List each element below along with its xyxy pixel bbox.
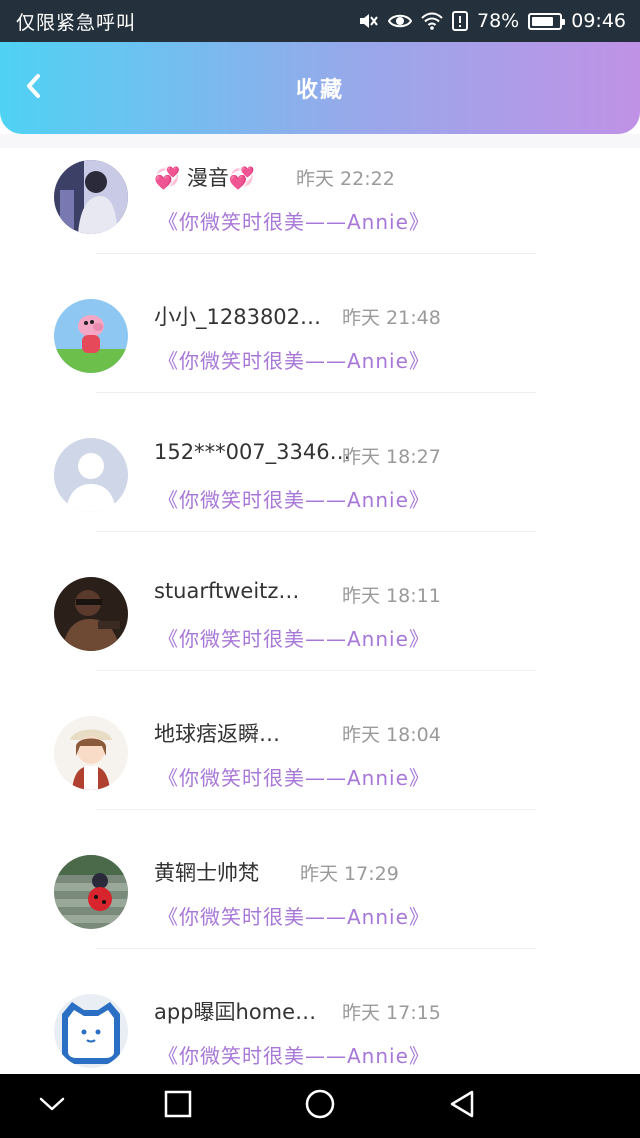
item-time: 昨天 18:11 — [342, 585, 441, 607]
chevron-down-icon — [39, 1096, 65, 1116]
back-button[interactable] — [16, 70, 50, 106]
list-item[interactable]: 152***007_3346… 昨天 18:27 《你微笑时很美——Annie》 — [0, 412, 640, 550]
square-icon — [164, 1090, 192, 1122]
status-icons: 78% 09:46 — [357, 10, 626, 32]
nav-hide-button[interactable] — [32, 1086, 72, 1126]
navigation-bar — [0, 1074, 640, 1138]
list-item[interactable]: stuarftweitz… 昨天 18:11 《你微笑时很美——Annie》 — [0, 551, 640, 689]
alert-icon — [452, 11, 468, 31]
divider — [96, 670, 536, 671]
avatar[interactable] — [54, 577, 128, 651]
avatar[interactable] — [54, 299, 128, 373]
status-time: 09:46 — [571, 10, 626, 32]
mute-icon — [357, 11, 379, 31]
list-item[interactable]: 💞 漫音💞 昨天 22:22 《你微笑时很美——Annie》 — [0, 134, 640, 272]
divider — [96, 809, 536, 810]
avatar[interactable] — [54, 716, 128, 790]
item-time: 昨天 18:04 — [342, 724, 441, 746]
page-title: 收藏 — [295, 78, 344, 103]
list-item[interactable]: 小小_1283802… 昨天 21:48 《你微笑时很美——Annie》 — [0, 273, 640, 411]
avatar[interactable] — [54, 855, 128, 929]
item-quote: 《你微笑时很美——Annie》 — [158, 488, 430, 512]
divider — [96, 948, 536, 949]
list-item[interactable]: 地球痞返瞬… 昨天 18:04 《你微笑时很美——Annie》 — [0, 690, 640, 828]
header: 收藏 — [0, 42, 640, 134]
battery-level — [532, 16, 553, 26]
avatar[interactable] — [54, 160, 128, 234]
triangle-back-icon — [448, 1089, 476, 1123]
list-item[interactable]: app曝囸home… 昨天 17:15 《你微笑时很美——Annie》 — [0, 968, 640, 1074]
item-name: app曝囸home… — [154, 1000, 317, 1024]
wifi-icon — [421, 12, 443, 30]
item-name: stuarftweitz… — [154, 579, 300, 603]
item-name: 152***007_3346… — [154, 440, 351, 464]
divider — [96, 253, 536, 254]
divider — [96, 531, 536, 532]
avatar[interactable] — [54, 994, 128, 1068]
nav-back-button[interactable] — [442, 1086, 482, 1126]
item-time: 昨天 17:15 — [342, 1002, 441, 1024]
item-quote: 《你微笑时很美——Annie》 — [158, 905, 430, 929]
carrier-text: 仅限紧急呼叫 — [16, 11, 137, 34]
battery-icon — [528, 12, 566, 30]
nav-home-button[interactable] — [300, 1086, 340, 1126]
item-quote: 《你微笑时很美——Annie》 — [158, 627, 430, 651]
chevron-left-icon — [24, 73, 42, 103]
favorites-list[interactable]: 💞 漫音💞 昨天 22:22 《你微笑时很美——Annie》 小小_128380… — [0, 134, 640, 1074]
item-quote: 《你微笑时很美——Annie》 — [158, 766, 430, 790]
battery-percent: 78% — [477, 10, 520, 32]
item-name: 黄辋士帅梵 — [154, 861, 259, 885]
nav-recents-button[interactable] — [158, 1086, 198, 1126]
item-time: 昨天 17:29 — [300, 863, 399, 885]
item-time: 昨天 22:22 — [296, 168, 395, 190]
item-quote: 《你微笑时很美——Annie》 — [158, 1044, 430, 1068]
item-quote: 《你微笑时很美——Annie》 — [158, 349, 430, 373]
item-time: 昨天 21:48 — [342, 307, 441, 329]
item-name: 小小_1283802… — [154, 305, 322, 329]
divider — [96, 392, 536, 393]
list-item[interactable]: 黄辋士帅梵 昨天 17:29 《你微笑时很美——Annie》 — [0, 829, 640, 967]
status-bar: 仅限紧急呼叫 78% 09:46 — [0, 0, 640, 42]
circle-icon — [304, 1088, 336, 1124]
item-time: 昨天 18:27 — [342, 446, 441, 468]
item-name: 💞 漫音💞 — [154, 166, 255, 190]
avatar[interactable] — [54, 438, 128, 512]
eye-icon — [388, 12, 412, 30]
item-name: 地球痞返瞬… — [154, 722, 280, 746]
item-quote: 《你微笑时很美——Annie》 — [158, 210, 430, 234]
